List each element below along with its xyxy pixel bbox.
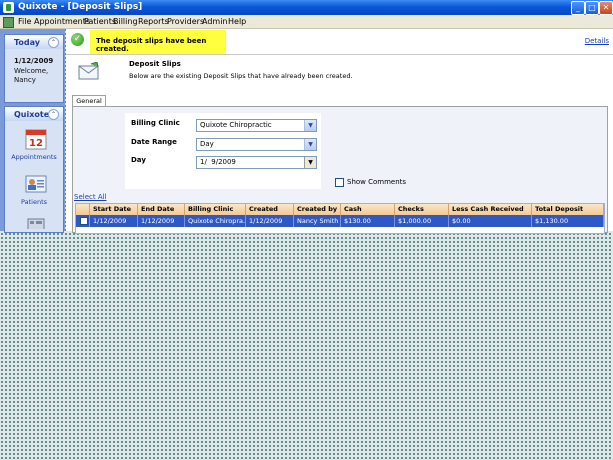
billing-icon[interactable]: [25, 217, 47, 229]
success-check-icon: ✓: [71, 33, 84, 46]
menu-file[interactable]: File: [18, 17, 31, 26]
nav-patients[interactable]: Patients: [5, 198, 63, 206]
quixote-panel-header[interactable]: Quixote ⌃: [5, 107, 63, 121]
nav-appointments[interactable]: Appointments: [5, 153, 63, 161]
general-tab-panel: Billing Clinic Quixote Chiropractic ▼ Da…: [72, 106, 608, 234]
row-checkbox[interactable]: [80, 217, 88, 225]
main-content: The deposit slips have been created. ✓ D…: [66, 29, 613, 234]
welcome-text: Welcome,: [14, 67, 49, 75]
menu-billing[interactable]: Billing: [113, 17, 138, 26]
billing-clinic-label: Billing Clinic: [131, 119, 180, 127]
notice-banner: The deposit slips have been created.: [90, 30, 226, 54]
select-all-link[interactable]: Select All: [74, 193, 107, 201]
menu-appointments[interactable]: Appointments: [34, 17, 90, 26]
details-link[interactable]: Details: [585, 37, 609, 45]
tab-general[interactable]: General: [72, 95, 106, 106]
page-subtitle: Below are the existing Deposit Slips tha…: [129, 72, 353, 80]
deposit-slips-table: Start Date End Date Billing Clinic Creat…: [75, 203, 605, 234]
tab-bar: General: [72, 95, 606, 106]
quixote-panel: Quixote ⌃ 12 Appointments Patients: [4, 106, 64, 233]
collapse-quixote-icon[interactable]: ⌃: [48, 109, 59, 120]
date-range-select[interactable]: Day ▼: [196, 138, 317, 151]
title-bar: Quixote - [Deposit Slips] _ □ ✕: [0, 0, 613, 15]
menu-providers[interactable]: Providers: [167, 17, 204, 26]
table-cell[interactable]: 1/12/2009: [138, 215, 185, 227]
table-cell[interactable]: 1/12/2009: [246, 215, 294, 227]
column-header[interactable]: Start Date: [90, 204, 138, 215]
table-cell[interactable]: Quixote Chiropra...: [185, 215, 246, 227]
billing-clinic-value: Quixote Chiropractic: [200, 121, 272, 129]
column-header[interactable]: Total Deposit: [532, 204, 604, 215]
page-title: Deposit Slips: [129, 60, 181, 68]
column-header[interactable]: Less Cash Received: [449, 204, 532, 215]
column-header[interactable]: Billing Clinic: [185, 204, 246, 215]
column-header[interactable]: Created by: [294, 204, 341, 215]
menu-reports[interactable]: Reports: [138, 17, 169, 26]
column-header[interactable]: Checks: [395, 204, 449, 215]
table-cell[interactable]: $1,000.00: [395, 215, 449, 227]
day-label: Day: [131, 156, 146, 164]
calendar-number: 12: [29, 138, 43, 149]
user-name: Nancy: [14, 76, 36, 84]
table-cell[interactable]: 1/12/2009: [90, 215, 138, 227]
table-cell[interactable]: $1,130.00: [532, 215, 604, 227]
collapse-today-icon[interactable]: ⌃: [48, 37, 59, 48]
select-column-header: [76, 204, 90, 215]
today-header-label: Today: [14, 38, 40, 47]
today-panel: Today ⌃ 1/12/2009 Welcome, Nancy: [4, 34, 64, 103]
column-header[interactable]: Created: [246, 204, 294, 215]
filter-form: Billing Clinic Quixote Chiropractic ▼ Da…: [125, 113, 321, 189]
today-panel-header[interactable]: Today ⌃: [5, 35, 63, 49]
envelope-icon: [78, 61, 100, 80]
show-comments-checkbox[interactable]: [335, 178, 344, 187]
calendar-icon[interactable]: 12: [25, 128, 47, 150]
system-menu-icon[interactable]: [3, 17, 14, 28]
table-cell[interactable]: $130.00: [341, 215, 395, 227]
menu-help[interactable]: Help: [228, 17, 246, 26]
column-header[interactable]: End Date: [138, 204, 185, 215]
day-date-picker[interactable]: 1/ 9/2009 ▼: [196, 156, 317, 169]
day-value: 1/ 9/2009: [200, 158, 236, 166]
table-cell[interactable]: Nancy Smith: [294, 215, 341, 227]
show-comments-label: Show Comments: [347, 178, 407, 186]
menu-bar: File Appointments Patients Billing Repor…: [0, 15, 613, 29]
left-nav: Today ⌃ 1/12/2009 Welcome, Nancy Quixote…: [0, 29, 65, 233]
table-cell[interactable]: $0.00: [449, 215, 532, 227]
maximize-button[interactable]: □: [585, 1, 599, 15]
billing-clinic-select[interactable]: Quixote Chiropractic ▼: [196, 119, 317, 132]
date-range-value: Day: [200, 140, 214, 148]
divider: [66, 54, 613, 55]
chevron-down-icon[interactable]: ▼: [304, 139, 316, 150]
menu-patients[interactable]: Patients: [84, 17, 116, 26]
window-title: Quixote - [Deposit Slips]: [18, 2, 143, 12]
date-range-label: Date Range: [131, 138, 177, 146]
close-button[interactable]: ✕: [599, 1, 613, 15]
chevron-down-icon[interactable]: ▼: [304, 120, 316, 131]
calendar-dropdown-icon[interactable]: ▼: [304, 157, 316, 168]
table-row-select-cell[interactable]: [76, 215, 90, 227]
app-icon: [3, 2, 14, 13]
menu-admin[interactable]: Admin: [202, 17, 228, 26]
quixote-header-label: Quixote: [14, 110, 50, 119]
notice-message: The deposit slips have been created.: [96, 37, 207, 53]
today-date: 1/12/2009: [14, 57, 54, 65]
column-header[interactable]: Cash: [341, 204, 395, 215]
patients-card-icon[interactable]: [25, 173, 47, 195]
minimize-button[interactable]: _: [571, 1, 585, 15]
